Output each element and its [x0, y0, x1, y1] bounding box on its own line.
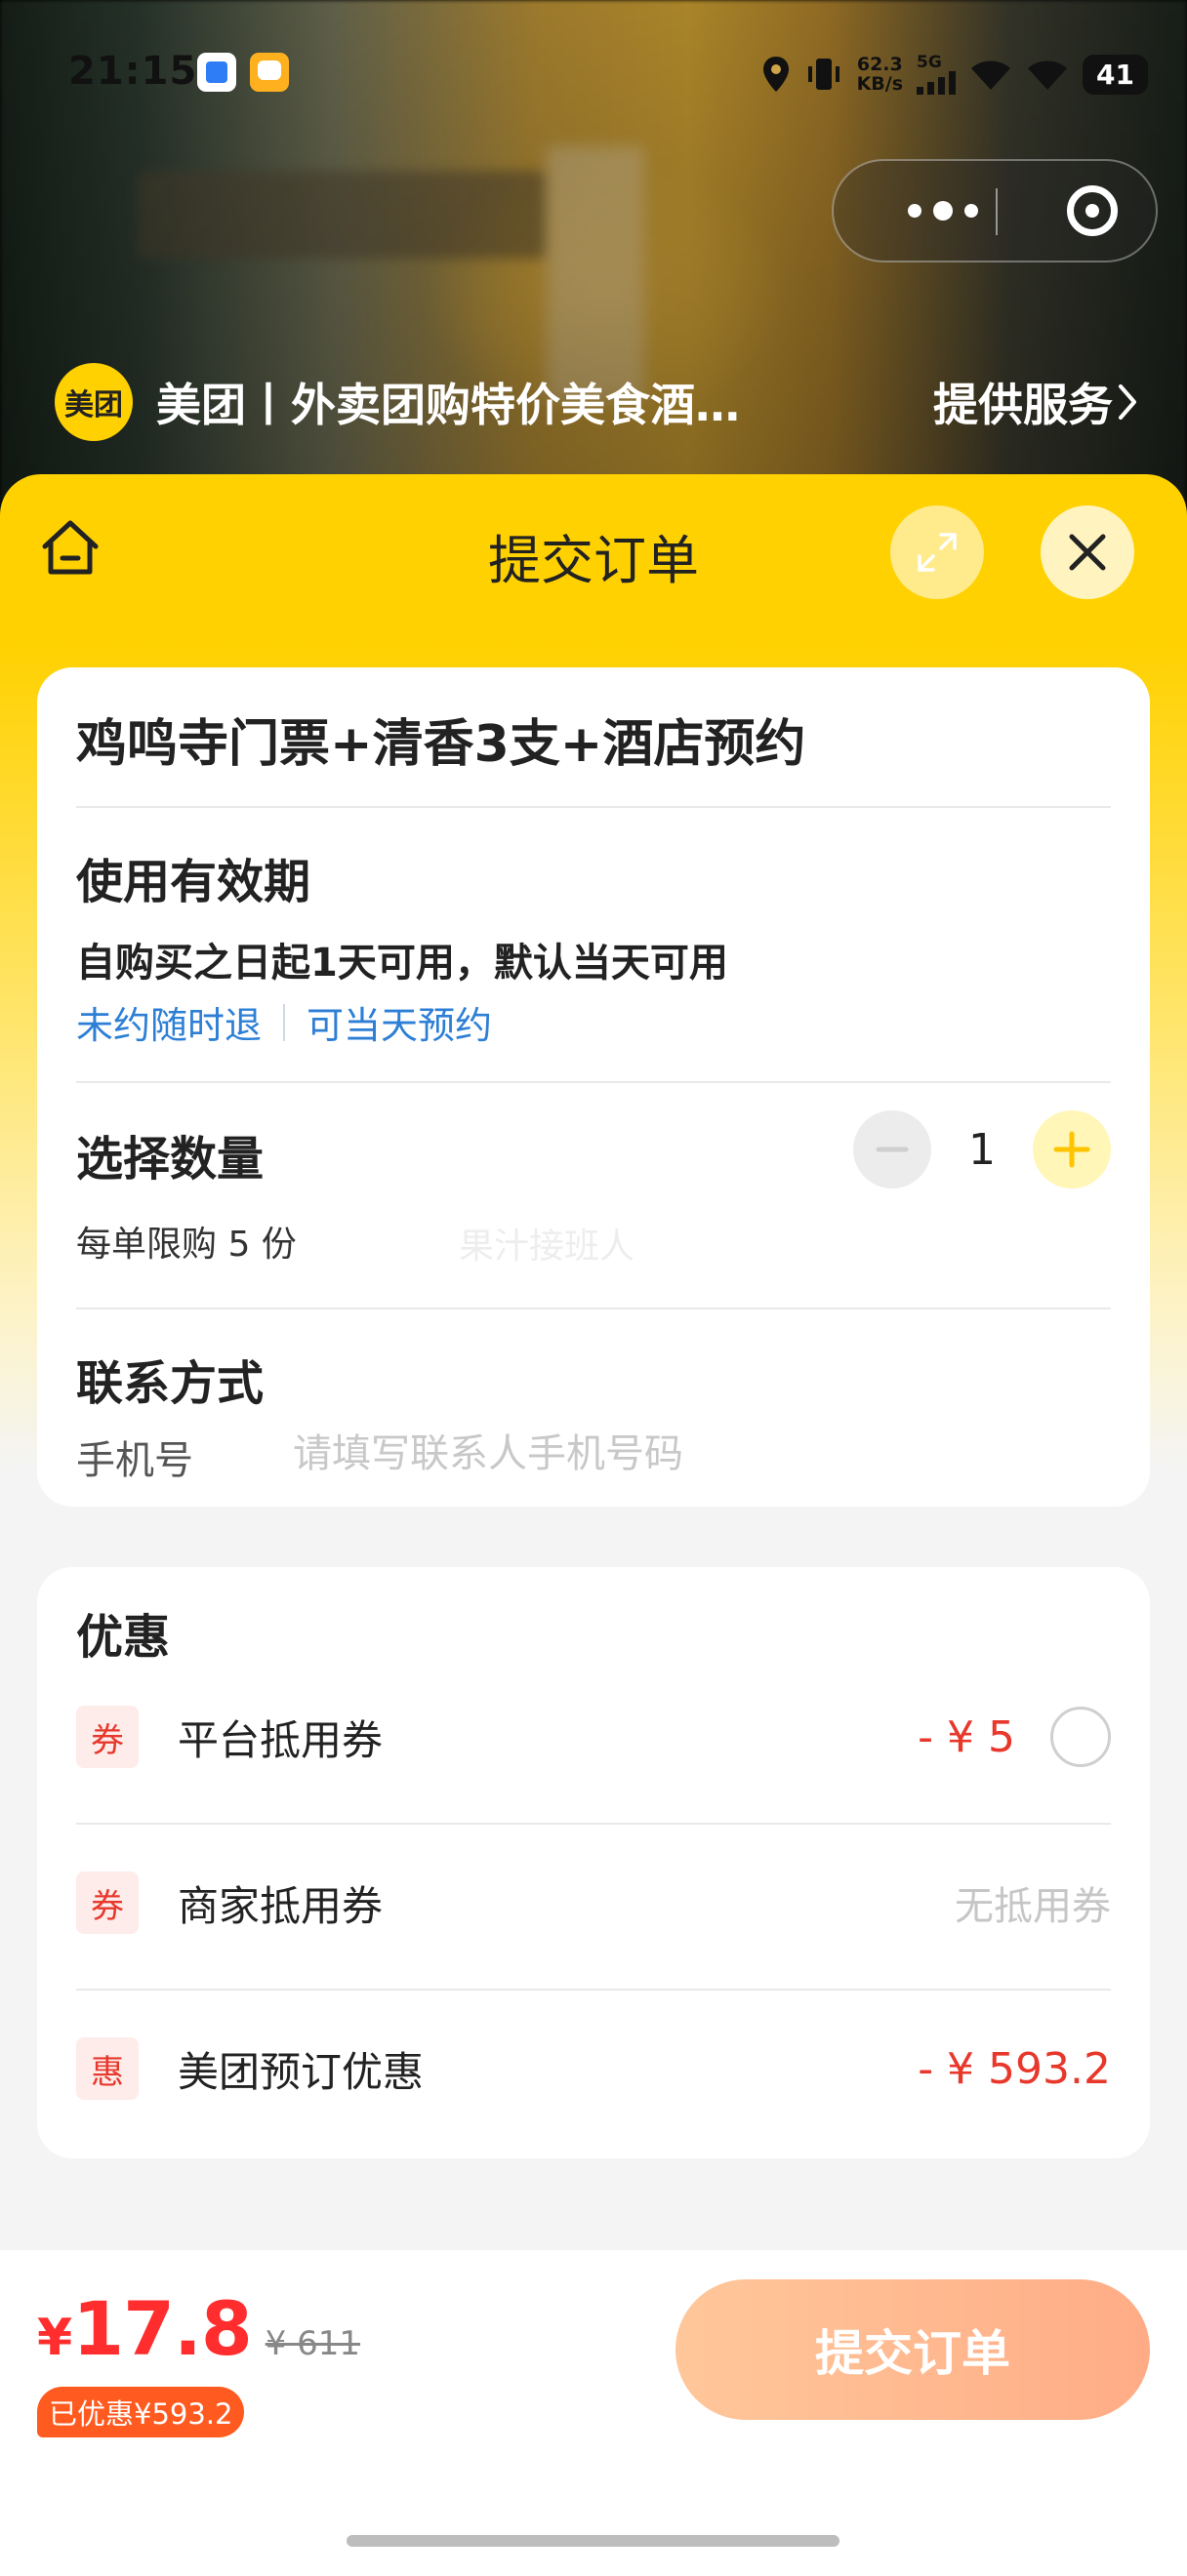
- divider: [76, 1081, 1111, 1083]
- more-options-button[interactable]: [884, 161, 1002, 261]
- discount-card: 优惠 券 平台抵用券 - ¥ 5 券 商家抵用券 无抵用券 惠 美团预订优惠 -…: [37, 1567, 1150, 2158]
- booking-discount-label: 美团预订优惠: [178, 2047, 425, 2096]
- contact-heading: 联系方式: [76, 1356, 265, 1411]
- quantity-value: 1: [968, 1124, 996, 1175]
- plus-icon: [1053, 1131, 1090, 1168]
- close-button[interactable]: [1041, 505, 1134, 599]
- refund-policy-tag: 未约随时退: [76, 1004, 263, 1047]
- tag-separator: [283, 1003, 286, 1041]
- saved-amount-badge: 已优惠¥593.2: [37, 2387, 245, 2437]
- capsule-divider: [996, 188, 998, 235]
- service-provider-link[interactable]: 提供服务: [933, 363, 1138, 441]
- phone-screen: 21:15 62.3 KB/s 5G 41 美团 美团丨外卖团购特价美食酒… 提…: [0, 0, 1187, 2576]
- divider: [76, 806, 1111, 808]
- watermark: 果汁接班人: [459, 1227, 635, 1267]
- coupon-badge-icon: 券: [76, 1706, 139, 1768]
- mini-program-title: 美团丨外卖团购特价美食酒…: [156, 379, 740, 431]
- page-title: 提交订单: [488, 530, 699, 591]
- coupon-badge-icon: 券: [76, 1872, 139, 1934]
- increase-quantity-button[interactable]: [1033, 1110, 1111, 1188]
- wifi-icon: [971, 60, 1011, 90]
- network-speed-unit: KB/s: [856, 73, 904, 95]
- status-bar: 21:15 62.3 KB/s 5G 41: [0, 39, 1187, 107]
- meituan-logo: 美团: [55, 363, 133, 441]
- booking-discount-row: 惠 美团预订优惠 - ¥ 593.2: [76, 2020, 1111, 2117]
- platform-coupon-label: 平台抵用券: [178, 1715, 384, 1764]
- more-dot-icon: [933, 201, 953, 221]
- minus-icon: [876, 1147, 909, 1152]
- quantity-heading: 选择数量: [76, 1132, 265, 1187]
- validity-text: 自购买之日起1天可用，默认当天可用: [76, 941, 728, 986]
- price-value: 17.8: [72, 2285, 253, 2372]
- cellular-signal-icon: [917, 71, 957, 95]
- quantity-limit: 每单限购 5 份: [76, 1225, 297, 1265]
- product-title: 鸡鸣寺门票+清香3支+酒店预约: [76, 715, 806, 774]
- platform-coupon-value: - ¥ 5: [918, 1711, 1015, 1762]
- chevron-right-icon: [1119, 384, 1136, 420]
- divider: [76, 1308, 1111, 1309]
- more-dot-icon: [964, 204, 978, 218]
- target-circle-icon: [1067, 185, 1118, 236]
- discount-badge-icon: 惠: [76, 2037, 139, 2100]
- service-provider-label: 提供服务: [933, 379, 1113, 431]
- network-speed-value: 62.3: [856, 54, 903, 75]
- wifi-secondary-icon: [1028, 60, 1068, 90]
- network-speed: 62.3 KB/s: [857, 55, 903, 94]
- booking-discount-value: - ¥ 593.2: [918, 2043, 1111, 2094]
- divider: [76, 1823, 1111, 1825]
- close-icon: [1069, 534, 1106, 571]
- phone-input[interactable]: [293, 1423, 1035, 1485]
- expand-button[interactable]: [890, 505, 984, 599]
- expand-icon: [918, 533, 957, 572]
- submit-order-button[interactable]: 提交订单: [675, 2279, 1150, 2420]
- original-price: ¥ 611: [265, 2324, 361, 2363]
- divider: [76, 1989, 1111, 1991]
- sheet-header: 提交订单: [0, 474, 1187, 621]
- mini-program-header: 美团 美团丨外卖团购特价美食酒… 提供服务: [55, 363, 1138, 441]
- policy-tags: 未约随时退 可当天预约: [76, 995, 492, 1049]
- platform-coupon-value-wrap: - ¥ 5: [918, 1688, 1111, 1786]
- merchant-coupon-value: 无抵用券: [955, 1884, 1111, 1929]
- status-time: 21:15: [68, 49, 198, 94]
- merchant-coupon-row[interactable]: 券 商家抵用券 无抵用券: [76, 1854, 1111, 1952]
- status-indicators: 62.3 KB/s 5G 41: [761, 51, 1148, 98]
- more-dot-icon: [908, 204, 921, 218]
- exit-mini-program-button[interactable]: [1039, 161, 1146, 261]
- home-indicator[interactable]: [347, 2535, 839, 2547]
- discount-heading: 优惠: [76, 1610, 171, 1665]
- cellular-signal: 5G: [917, 53, 957, 95]
- merchant-coupon-label: 商家抵用券: [178, 1881, 384, 1930]
- platform-coupon-radio[interactable]: [1050, 1707, 1111, 1767]
- network-type: 5G: [917, 53, 942, 72]
- notification-video-app-icon: [250, 53, 289, 92]
- phone-label: 手机号: [76, 1438, 193, 1483]
- quantity-stepper: 1: [853, 1110, 1111, 1188]
- platform-coupon-row[interactable]: 券 平台抵用券 - ¥ 5: [76, 1688, 1111, 1786]
- mini-program-capsule: [832, 159, 1158, 262]
- location-icon: [762, 57, 789, 92]
- validity-heading: 使用有效期: [76, 855, 311, 909]
- battery-level: 41: [1083, 54, 1148, 95]
- currency-symbol: ¥: [37, 2309, 73, 2367]
- vibrate-icon: [807, 59, 839, 90]
- product-card: 鸡鸣寺门票+清香3支+酒店预约 使用有效期 自购买之日起1天可用，默认当天可用 …: [37, 667, 1150, 1507]
- notification-app-icon: [197, 53, 236, 92]
- checkout-bar: ¥ 17.8 ¥ 611 已优惠¥593.2 提交订单: [0, 2250, 1187, 2576]
- decrease-quantity-button[interactable]: [853, 1110, 931, 1188]
- total-price: ¥ 17.8 ¥ 611: [37, 2285, 360, 2372]
- same-day-booking-tag: 可当天预约: [307, 1004, 493, 1047]
